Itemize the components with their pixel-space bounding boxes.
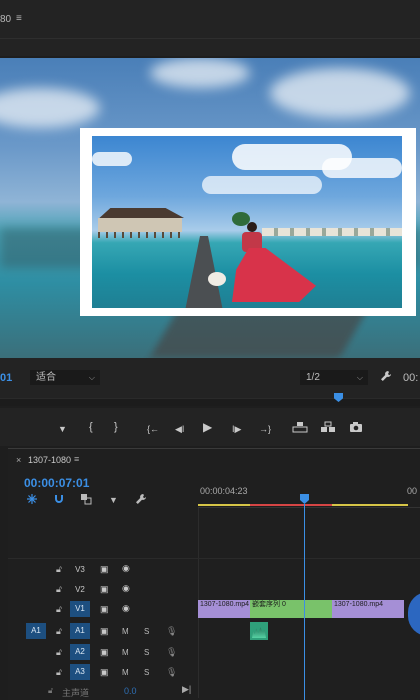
go-to-in-button[interactable]: {← [147,422,159,436]
ruler-timecode-end: 00 [407,486,418,496]
duration-timecode: 00: [403,372,419,384]
lift-icon[interactable] [292,421,308,437]
mute-button[interactable]: M [122,668,129,677]
track-header-v3[interactable]: 🔓︎ V3 ▣ ◉ [8,560,198,580]
magnet-icon[interactable] [53,493,65,508]
marker-icon[interactable]: ▼ [109,495,118,505]
camera-icon[interactable] [349,421,363,437]
film-icon[interactable]: ▣ [100,667,109,678]
clip-video[interactable]: 1307-1080.mp4 [198,600,250,618]
sequence-tab[interactable]: 1307-1080 [28,455,71,465]
mute-button[interactable]: M [122,627,129,636]
timeline-timecode[interactable]: 00:00:07:01 [24,476,89,490]
go-to-end-icon[interactable]: ▶| [182,684,191,695]
master-label: 主声道 [62,688,90,698]
track-header-a1[interactable]: A1 🔓︎ A1 ▣ M S 🎙︎ [8,622,198,642]
panel-menu-icon[interactable]: ≡ [16,13,22,24]
track-header-a2[interactable]: 🔓︎ A2 ▣ M S 🎙︎ [8,643,198,663]
panel-menu-icon[interactable]: ≡ [74,454,79,464]
eye-icon[interactable]: ◉ [122,563,130,574]
film-icon[interactable]: ▣ [100,626,109,637]
track-header-v2[interactable]: 🔓︎ V2 ▣ ◉ [8,580,198,600]
film-icon[interactable]: ▣ [100,584,109,595]
fit-dropdown-value: 适合 [36,372,56,383]
source-patch[interactable]: A1 [26,623,46,639]
play-button[interactable]: ▶ [203,420,212,434]
lock-icon[interactable]: 🔓︎ [56,667,62,678]
render-status-bar [250,504,332,506]
solo-button[interactable]: S [144,627,149,636]
clip-video[interactable]: 1307-1080.mp4 [332,600,404,618]
microphone-icon[interactable]: 🎙︎ [166,647,177,658]
monitor-time-ruler[interactable] [0,398,420,406]
add-marker-button[interactable]: ▼ [58,422,67,436]
divider [0,38,420,39]
lock-icon[interactable]: 🔓︎ [48,686,53,696]
step-back-button[interactable]: ◀I [175,422,184,436]
track-header-a3[interactable]: 🔓︎ A3 ▣ M S 🎙︎ [8,663,198,683]
panel-title-fragment: 80 [0,14,12,25]
resolution-dropdown[interactable]: 1/2 ⌵ [300,370,368,385]
chevron-down-icon: ⌵ [356,373,363,382]
program-timecode[interactable]: 01 [0,372,12,384]
film-icon[interactable]: ▣ [100,604,109,615]
track-name[interactable]: A1 [70,623,90,639]
step-forward-button[interactable]: I▶ [232,422,241,436]
lock-icon[interactable]: 🔓︎ [56,604,62,615]
solo-button[interactable]: S [144,668,149,677]
microphone-icon[interactable]: 🎙︎ [166,626,177,637]
clip-nested-sequence[interactable]: 嵌套序列 0 [250,600,332,618]
linked-selection-icon[interactable] [80,493,92,508]
solo-button[interactable]: S [144,648,149,657]
mark-out-button[interactable]: } [114,420,118,434]
mute-button[interactable]: M [122,648,129,657]
track-name[interactable]: V3 [70,562,90,578]
eye-icon[interactable]: ◉ [122,583,130,594]
microphone-icon[interactable]: 🎙︎ [166,667,177,678]
close-icon[interactable]: × [16,455,21,465]
track-name[interactable]: A3 [70,664,90,680]
lock-icon[interactable]: 🔓︎ [56,626,62,637]
track-name[interactable]: V1 [70,601,90,617]
ruler-timecode: 00:00:04:23 [200,486,248,496]
fit-dropdown[interactable]: 适合 ⌵ [30,370,100,385]
timeline-playhead[interactable] [304,504,305,700]
go-to-out-button[interactable]: →} [259,422,271,436]
eye-icon[interactable]: ◉ [122,603,130,614]
wrench-icon[interactable] [380,370,392,385]
snap-icon[interactable] [26,493,38,508]
lock-icon[interactable]: 🔓︎ [56,584,62,595]
framed-photo [92,136,402,308]
mark-in-button[interactable]: { [89,420,93,434]
track-name[interactable]: V2 [70,582,90,598]
extract-icon[interactable] [320,421,336,437]
film-icon[interactable]: ▣ [100,564,109,575]
track-header-v1[interactable]: 🔓︎ V1 ▣ ◉ [8,600,198,620]
resolution-dropdown-value: 1/2 [306,372,320,383]
master-track [8,682,198,700]
wrench-icon[interactable] [135,493,147,508]
premiere-workspace: 80 ≡ 01 适合 ⌵ 1/2 ⌵ 00: ▼ {} {← ◀I ▶ I▶ … [0,0,420,700]
lock-icon[interactable]: 🔓︎ [56,564,62,575]
film-icon[interactable]: ▣ [100,647,109,658]
lock-icon[interactable]: 🔓︎ [56,647,62,658]
top-panel-strip [0,0,420,56]
track-name[interactable]: A2 [70,644,90,660]
master-volume[interactable]: 0.0 [124,686,137,696]
chevron-down-icon: ⌵ [88,373,95,382]
